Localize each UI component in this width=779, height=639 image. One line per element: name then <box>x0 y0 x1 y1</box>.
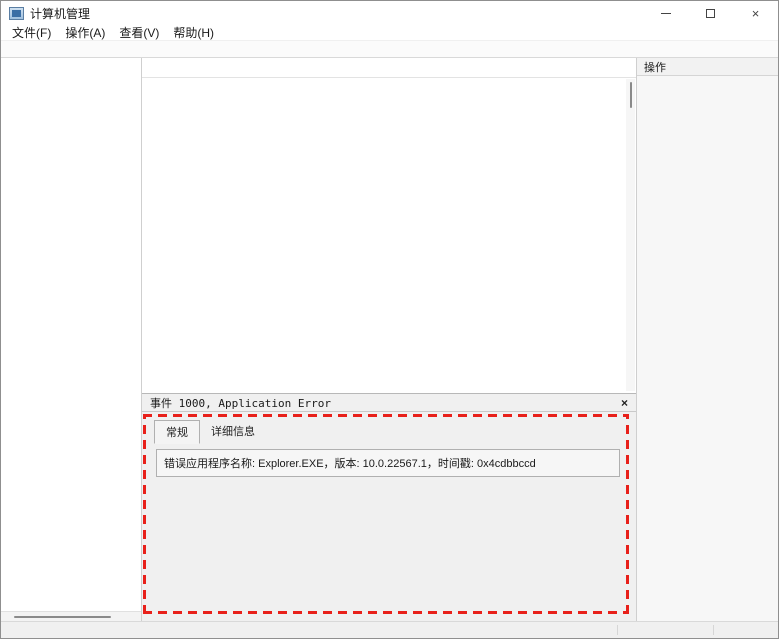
event-details-pane: 事件 1000, Application Error × 常规 详细信息 错误应… <box>142 394 636 621</box>
details-tabs: 常规 详细信息 <box>154 420 636 443</box>
details-title: 事件 1000, Application Error <box>150 395 331 411</box>
tab-general[interactable]: 常规 <box>154 420 200 444</box>
menu-view[interactable]: 查看(V) <box>112 24 166 41</box>
maximize-button[interactable] <box>688 1 733 25</box>
actions-title: 操作 <box>637 58 778 76</box>
tree-horizontal-scrollbar[interactable] <box>1 611 141 621</box>
event-list-header <box>142 58 636 78</box>
minimize-button[interactable] <box>643 1 688 25</box>
menu-action[interactable]: 操作(A) <box>58 24 112 41</box>
details-title-bar: 事件 1000, Application Error × <box>142 394 636 412</box>
toolbar <box>1 41 778 58</box>
event-list-rows <box>142 78 636 393</box>
tab-details[interactable]: 详细信息 <box>200 420 266 443</box>
statusbar-separator <box>617 625 618 635</box>
event-list-area <box>142 58 636 394</box>
computer-management-window: 计算机管理 × 文件(F)操作(A)查看(V)帮助(H) 事件 1000, Ap… <box>0 0 779 639</box>
app-icon <box>9 7 24 20</box>
actions-pane: 操作 <box>637 58 778 621</box>
details-close-icon[interactable]: × <box>621 396 628 410</box>
annotation-rectangle <box>143 414 629 614</box>
close-button[interactable]: × <box>733 1 778 25</box>
console-tree-pane <box>1 58 142 621</box>
maximize-icon <box>706 9 715 18</box>
center-pane: 事件 1000, Application Error × 常规 详细信息 错误应… <box>142 58 637 621</box>
scrollbar-thumb[interactable] <box>14 616 111 618</box>
statusbar-separator <box>713 625 714 635</box>
event-message: 错误应用程序名称: Explorer.EXE，版本: 10.0.22567.1，… <box>156 449 620 477</box>
menu-help[interactable]: 帮助(H) <box>166 24 221 41</box>
menu-bar: 文件(F)操作(A)查看(V)帮助(H) <box>1 25 778 41</box>
menu-file[interactable]: 文件(F) <box>5 24 58 41</box>
status-bar <box>1 621 778 638</box>
event-list-scrollbar[interactable] <box>626 79 635 391</box>
main-area: 事件 1000, Application Error × 常规 详细信息 错误应… <box>1 58 778 621</box>
details-body: 常规 详细信息 错误应用程序名称: Explorer.EXE，版本: 10.0.… <box>142 412 636 621</box>
window-title: 计算机管理 <box>30 5 90 22</box>
title-bar: 计算机管理 × <box>1 1 778 25</box>
minimize-icon <box>661 13 671 14</box>
scrollbar-thumb[interactable] <box>630 82 632 108</box>
window-controls: × <box>643 1 778 25</box>
